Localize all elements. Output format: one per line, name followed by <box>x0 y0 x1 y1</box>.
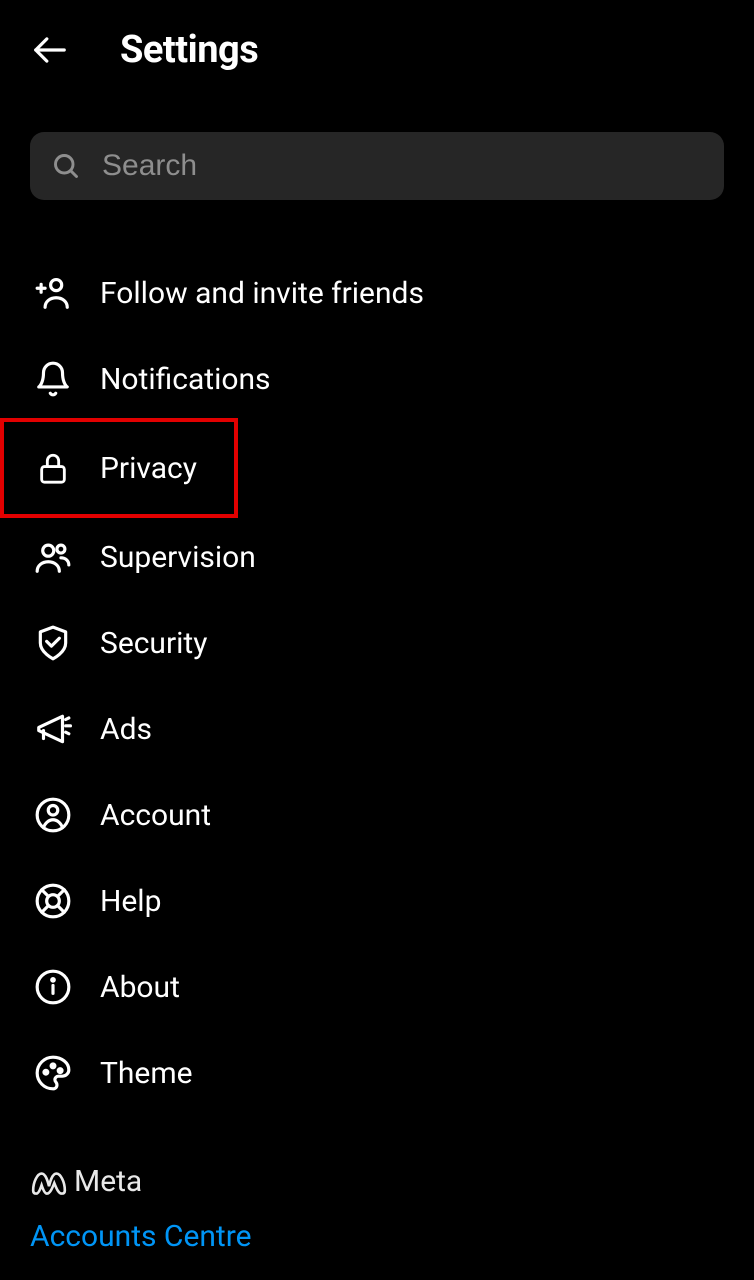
people-icon <box>34 538 72 576</box>
accounts-centre-link[interactable]: Accounts Centre <box>30 1219 724 1254</box>
page-title: Settings <box>120 28 258 72</box>
user-circle-icon <box>34 796 72 834</box>
search-input[interactable] <box>102 149 702 183</box>
menu-label: Follow and invite friends <box>100 276 424 311</box>
meta-brand: Meta <box>30 1164 724 1199</box>
menu-label: Account <box>100 798 211 833</box>
menu-item-notifications[interactable]: Notifications <box>0 336 754 422</box>
menu-label: Supervision <box>100 540 256 575</box>
person-add-icon <box>34 274 72 312</box>
settings-menu: Follow and invite friends Notifications … <box>0 230 754 1136</box>
back-button[interactable] <box>30 30 70 70</box>
menu-label: Notifications <box>100 362 271 397</box>
menu-item-supervision[interactable]: Supervision <box>0 514 754 600</box>
info-icon <box>34 968 72 1006</box>
search-box[interactable] <box>30 132 724 200</box>
search-icon <box>52 152 80 180</box>
menu-label: Theme <box>100 1056 193 1091</box>
palette-icon <box>34 1054 72 1092</box>
meta-logo-icon <box>30 1169 68 1195</box>
lifebuoy-icon <box>34 882 72 920</box>
menu-label: Security <box>100 626 207 661</box>
header: Settings <box>0 0 754 92</box>
menu-label: Help <box>100 884 161 919</box>
menu-item-account[interactable]: Account <box>0 772 754 858</box>
lock-icon <box>34 449 72 487</box>
search-container <box>30 132 724 200</box>
menu-item-help[interactable]: Help <box>0 858 754 944</box>
shield-check-icon <box>34 624 72 662</box>
menu-item-about[interactable]: About <box>0 944 754 1030</box>
menu-item-privacy[interactable]: Privacy <box>0 418 238 518</box>
menu-label: Privacy <box>100 451 197 486</box>
menu-label: About <box>100 970 180 1005</box>
meta-brand-text: Meta <box>74 1164 142 1199</box>
menu-item-follow-invite[interactable]: Follow and invite friends <box>0 250 754 336</box>
menu-item-ads[interactable]: Ads <box>0 686 754 772</box>
arrow-left-icon <box>31 31 69 69</box>
menu-item-security[interactable]: Security <box>0 600 754 686</box>
menu-label: Ads <box>100 712 152 747</box>
footer: Meta Accounts Centre <box>0 1136 754 1254</box>
menu-item-theme[interactable]: Theme <box>0 1030 754 1116</box>
bell-icon <box>34 360 72 398</box>
megaphone-icon <box>34 710 72 748</box>
